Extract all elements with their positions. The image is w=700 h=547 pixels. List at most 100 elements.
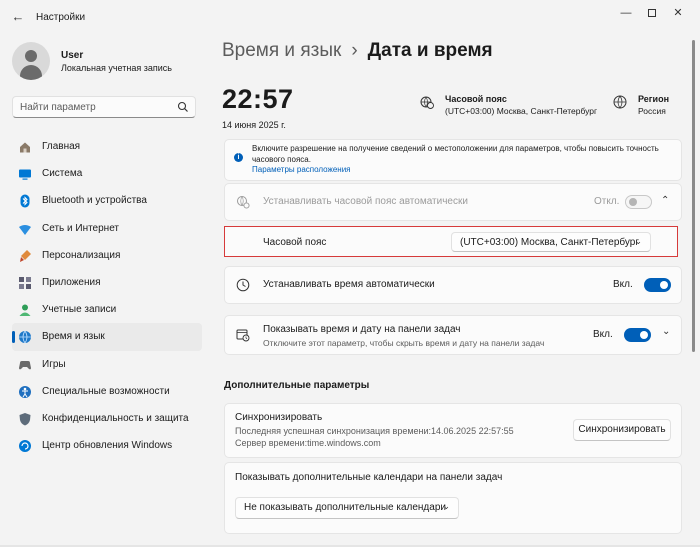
close-button[interactable]: ✕	[666, 4, 690, 22]
location-info-banner: i Включите разрешение на получение сведе…	[224, 139, 682, 181]
maximize-icon	[648, 9, 656, 17]
back-arrow-icon[interactable]: ←	[10, 9, 26, 25]
sidebar-item-label: Центр обновления Windows	[42, 440, 173, 452]
time-server-text: Сервер времени:time.windows.com	[235, 438, 381, 448]
calendars-selected: Не показывать дополнительные календари	[244, 502, 446, 513]
sidebar-item-windows-update[interactable]: Центр обновления Windows	[12, 432, 202, 459]
auto-time-setting: Устанавливать время автоматически Вкл.	[224, 266, 682, 304]
auto-timezone-setting: Устанавливать часовой пояс автоматически…	[224, 183, 682, 221]
globe-clock-icon	[19, 331, 31, 344]
region-summary-value: Россия	[638, 106, 666, 116]
sync-title: Синхронизировать	[235, 412, 323, 423]
auto-time-state: Вкл.	[613, 279, 633, 290]
clock-icon	[236, 278, 250, 292]
auto-timezone-label: Устанавливать часовой пояс автоматически	[263, 196, 468, 207]
sidebar-item-label: Учетные записи	[42, 304, 117, 316]
taskbar-time-description: Отключите этот параметр, чтобы скрыть вр…	[263, 338, 545, 348]
search-placeholder: Найти параметр	[20, 102, 96, 113]
home-icon	[20, 142, 30, 153]
taskbar-time-setting: Показывать время и дату на панели задач …	[224, 315, 682, 355]
account-type: Локальная учетная запись	[61, 63, 172, 73]
taskbar-time-label: Показывать время и дату на панели задач	[263, 324, 461, 335]
person-icon	[19, 304, 31, 317]
user-name: User	[61, 50, 84, 61]
app-title: Настройки	[36, 12, 86, 23]
timezone-label: Часовой пояс	[263, 237, 327, 248]
region-summary-label: Регион	[638, 94, 669, 104]
sidebar-item-home[interactable]: Главная	[12, 133, 202, 160]
timezone-summary-label: Часовой пояс	[445, 94, 507, 104]
current-time: 22:57	[222, 84, 294, 114]
sidebar-item-label: Персонализация	[42, 249, 121, 261]
sidebar-item-label: Конфиденциальность и защита	[42, 412, 189, 424]
sidebar-item-label: Сеть и Интернет	[42, 222, 120, 234]
shield-icon	[19, 412, 31, 426]
sidebar-item-accessibility[interactable]: Специальные возможности	[12, 378, 202, 405]
monitor-icon	[19, 169, 31, 180]
calendar-clock-icon	[236, 329, 250, 342]
sidebar-item-label: Время и язык	[42, 331, 105, 343]
page-title: Дата и время	[367, 40, 493, 61]
breadcrumb-parent[interactable]: Время и язык	[222, 40, 341, 61]
sidebar-item-label: Система	[42, 168, 83, 180]
timezone-dropdown[interactable]: (UTC+03:00) Москва, Санкт-Петербург ⌄	[451, 232, 651, 252]
brush-icon	[20, 249, 31, 262]
calendars-dropdown[interactable]: Не показывать дополнительные календари ⌄	[235, 497, 459, 519]
globe-clock-icon	[420, 96, 434, 109]
globe-location-icon	[237, 196, 250, 209]
scrollbar[interactable]	[692, 40, 695, 352]
sidebar-item-bluetooth[interactable]: Bluetooth и устройства	[12, 187, 202, 214]
current-date: 14 июня 2025 г.	[222, 120, 286, 130]
last-sync-text: Последняя успешная синхронизация времени…	[235, 426, 514, 436]
accessibility-icon	[19, 385, 31, 398]
breadcrumb: Время и язык › Дата и время	[222, 40, 493, 62]
title-bar: ← Настройки — ✕	[0, 0, 700, 34]
calendars-setting: Показывать дополнительные календари на п…	[224, 462, 682, 534]
sidebar-item-privacy[interactable]: Конфиденциальность и защита	[12, 405, 202, 432]
sidebar-item-label: Специальные возможности	[42, 385, 170, 397]
sidebar-item-label: Приложения	[42, 276, 101, 288]
timezone-selected: (UTC+03:00) Москва, Санкт-Петербург	[460, 237, 639, 248]
chevron-down-icon: ⌄	[442, 501, 450, 511]
taskbar-time-toggle[interactable]	[624, 328, 651, 342]
wifi-icon	[19, 224, 31, 235]
sidebar-item-system[interactable]: Система	[12, 160, 202, 187]
chevron-up-icon[interactable]: ⌃	[661, 195, 669, 206]
auto-timezone-state: Откл.	[594, 196, 620, 207]
location-settings-link[interactable]: Параметры расположения	[252, 165, 351, 174]
sidebar-item-accounts[interactable]: Учетные записи	[12, 296, 202, 323]
maximize-button[interactable]	[640, 4, 664, 22]
chevron-down-icon[interactable]: ⌄	[662, 326, 670, 337]
chevron-down-icon: ⌄	[634, 236, 642, 246]
auto-time-label: Устанавливать время автоматически	[263, 279, 435, 290]
minimize-button[interactable]: —	[614, 4, 638, 22]
bluetooth-icon	[20, 194, 30, 208]
timezone-summary-value: (UTC+03:00) Москва, Санкт-Петербург	[445, 106, 598, 116]
sidebar-item-network[interactable]: Сеть и Интернет	[12, 215, 202, 242]
breadcrumb-separator: ›	[351, 40, 358, 61]
sidebar-item-apps[interactable]: Приложения	[12, 269, 202, 296]
search-icon	[177, 101, 188, 112]
timezone-setting: Часовой пояс (UTC+03:00) Москва, Санкт-П…	[224, 226, 678, 257]
section-title: Дополнительные параметры	[224, 380, 370, 391]
sidebar-item-personalization[interactable]: Персонализация	[12, 242, 202, 269]
sidebar-nav: Главная Система Bluetooth и устройства С…	[12, 133, 202, 459]
auto-timezone-toggle[interactable]	[625, 195, 652, 209]
auto-time-toggle[interactable]	[644, 278, 671, 292]
sync-setting: Синхронизировать Последняя успешная синх…	[224, 403, 682, 458]
sidebar-item-label: Bluetooth и устройства	[42, 195, 147, 207]
location-info-text: Включите разрешение на получение сведени…	[252, 144, 659, 164]
globe-icon	[613, 95, 627, 109]
taskbar-time-state: Вкл.	[593, 329, 613, 340]
avatar	[12, 42, 50, 80]
info-icon: i	[234, 153, 243, 162]
sync-button[interactable]: Синхронизировать	[573, 419, 671, 441]
update-icon	[19, 440, 31, 453]
sidebar-item-label: Главная	[42, 141, 81, 152]
gamepad-icon	[19, 360, 31, 369]
sidebar-item-time-language[interactable]: Время и язык	[12, 323, 202, 351]
sidebar-item-label: Игры	[42, 358, 66, 370]
apps-icon	[19, 276, 31, 289]
search-input[interactable]: Найти параметр	[12, 96, 196, 118]
sidebar-item-gaming[interactable]: Игры	[12, 351, 202, 378]
